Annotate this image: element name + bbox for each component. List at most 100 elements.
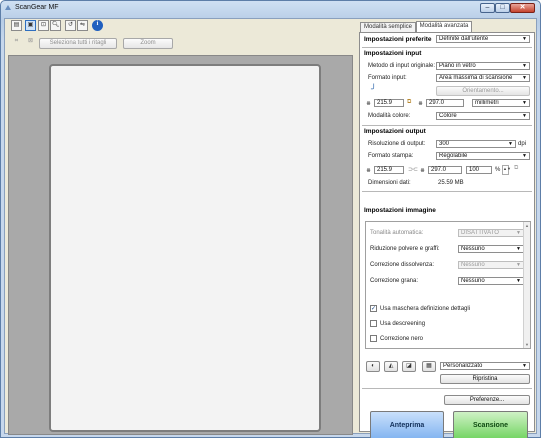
thumbnail-view-icon[interactable]: ▤	[11, 20, 22, 31]
preferences-button[interactable]: Preferenze...	[444, 395, 530, 405]
data-size-label: Dimensioni dati:	[368, 180, 411, 186]
advanced-panel: Impostazioni preferite Definite dall'ute…	[359, 32, 535, 438]
black-correction-checkbox[interactable]	[370, 335, 377, 342]
preview-button[interactable]: Anteprima	[370, 411, 444, 438]
info-icon[interactable]: i	[92, 20, 103, 31]
tone-preset-select[interactable]: Personalizzato ▼	[440, 362, 530, 370]
auto-tone-select[interactable]: DISATTIVATO ▼	[458, 229, 524, 237]
crop-icon[interactable]: ⊡	[38, 20, 49, 31]
input-format-select[interactable]: Area massima di scansione ▼	[436, 74, 530, 82]
close-button[interactable]: ✕	[510, 3, 535, 13]
app-window: ScanGear MF – □ ✕ ▤ ▣ ⊡ 🔍︎ ↺ ⇋ i ⌗ ⊠ Sel…	[0, 0, 541, 438]
divider	[362, 388, 532, 389]
output-width-field[interactable]: 215.9	[374, 166, 404, 174]
scan-button[interactable]: Scansione	[453, 411, 528, 438]
client-area: ▤ ▣ ⊡ 🔍︎ ↺ ⇋ i ⌗ ⊠ Seleziona tutti i rit…	[4, 18, 537, 438]
color-mode-select[interactable]: Colore ▼	[436, 112, 530, 120]
chevron-down-icon: ▼	[522, 63, 527, 69]
percent-label: %	[495, 167, 501, 173]
maximize-button[interactable]: □	[495, 3, 510, 13]
chevron-down-icon: ▼	[522, 75, 527, 81]
chevron-down-icon: ▼	[516, 230, 521, 236]
input-method-label: Metodo di input originale:	[368, 63, 436, 69]
dpi-label: dpi	[518, 141, 527, 147]
chevron-down-icon: ▼	[522, 363, 527, 369]
unit-select[interactable]: millimetri ▼	[472, 99, 530, 107]
orientation-button[interactable]: Orientamento...	[436, 86, 530, 96]
divider	[362, 47, 532, 48]
swap-dimensions-icon[interactable]: ⊃⊂	[408, 166, 418, 173]
chevron-down-icon: ▼	[516, 262, 521, 268]
height-icon: ⧻	[420, 168, 426, 174]
scale-field[interactable]: 100	[466, 166, 492, 174]
input-method-select[interactable]: Piano in vetro ▼	[436, 62, 530, 70]
aspect-ratio-icon[interactable]: ⧉	[514, 165, 518, 172]
chevron-down-icon: ▼	[516, 278, 521, 284]
chevron-down-icon: ▼	[522, 113, 527, 119]
input-settings-title: Impostazioni input	[364, 50, 422, 57]
preview-toolbar: ▤ ▣ ⊡ 🔍︎ ↺ ⇋ i	[7, 20, 357, 34]
settings-pane: Modalità semplice Modalità avanzata Impo…	[359, 20, 535, 438]
fade-correction-label: Correzione dissolvenza:	[370, 262, 435, 268]
unsharp-mask-label: Usa maschera definizione dettagli	[380, 306, 471, 312]
clear-frames-icon[interactable]: ⊠	[25, 37, 36, 48]
fade-correction-select[interactable]: Nessuno ▼	[458, 261, 524, 269]
descreen-checkbox[interactable]	[370, 320, 377, 327]
input-width-field[interactable]: 215.9	[374, 99, 404, 107]
rotate-left-icon[interactable]: ↺	[65, 20, 76, 31]
magnify-icon[interactable]: 🔍︎	[50, 20, 61, 31]
output-settings-title: Impostazioni output	[364, 128, 426, 135]
output-height-field[interactable]: 297.0	[428, 166, 462, 174]
dust-scratch-label: Riduzione polvere e graffi:	[370, 246, 440, 252]
scale-stepper[interactable]: ▲▼	[502, 165, 511, 175]
title-bar: ScanGear MF – □ ✕	[1, 1, 540, 15]
output-resolution-select[interactable]: 300 ▼	[436, 140, 516, 148]
restore-button[interactable]: Ripristina	[440, 374, 530, 384]
image-settings-title: Impostazioni immagine	[364, 207, 436, 214]
crop-toolbar: ⌗ ⊠ Seleziona tutti i ritagli Zoom	[7, 37, 357, 51]
chevron-down-icon: ▼	[522, 36, 527, 42]
image-settings-scrollbar[interactable]: ▲ ▼	[523, 222, 530, 348]
grain-correction-label: Correzione grana:	[370, 278, 419, 284]
dust-scratch-select[interactable]: Nessuno ▼	[458, 245, 524, 253]
brightness-contrast-icon[interactable]: ◐	[366, 361, 380, 372]
width-icon: ⧻	[366, 168, 372, 174]
chevron-down-icon: ▼	[522, 100, 527, 106]
print-size-select[interactable]: Regolabile ▼	[436, 152, 530, 160]
whole-image-view-icon[interactable]: ▣	[25, 20, 36, 31]
mirror-icon[interactable]: ⇋	[77, 20, 88, 31]
zoom-button[interactable]: Zoom	[123, 38, 173, 49]
data-size-value: 25.59 MB	[438, 180, 464, 186]
print-size-label: Formato stampa:	[368, 153, 414, 159]
tone-curve-icon[interactable]: ◪	[402, 361, 416, 372]
platen-preview[interactable]	[49, 64, 321, 432]
minimize-button[interactable]: –	[480, 3, 495, 13]
chevron-down-icon: ▼	[522, 153, 527, 159]
divider	[362, 125, 532, 126]
preview-area[interactable]	[8, 55, 353, 435]
output-resolution-label: Risoluzione di output:	[368, 141, 426, 147]
grain-correction-select[interactable]: Nessuno ▼	[458, 277, 524, 285]
select-all-crops-button[interactable]: Seleziona tutti i ritagli	[39, 38, 117, 49]
window-title: ScanGear MF	[15, 4, 59, 11]
chevron-down-icon: ▼	[508, 141, 513, 147]
image-settings-box: Tonalità automatica: DISATTIVATO ▼ Riduzi…	[365, 221, 531, 349]
app-icon	[5, 5, 11, 10]
scroll-up-icon[interactable]: ▲	[525, 223, 529, 228]
color-mode-label: Modalità colore:	[368, 113, 411, 119]
input-height-field[interactable]: 297.0	[426, 99, 464, 107]
final-review-icon[interactable]: ▦	[422, 361, 436, 372]
divider	[362, 191, 532, 192]
tab-basic-mode[interactable]: Modalità semplice	[360, 22, 416, 32]
auto-tone-label: Tonalità automatica:	[370, 230, 424, 236]
input-format-label: Formato input:	[368, 75, 407, 81]
scroll-down-icon[interactable]: ▼	[525, 342, 529, 347]
width-icon: ⧻	[366, 101, 372, 107]
select-frames-icon[interactable]: ⌗	[11, 37, 22, 48]
chevron-down-icon: ▼	[516, 246, 521, 252]
aspect-lock-icon[interactable]: ⧉	[407, 99, 411, 106]
histogram-icon[interactable]: ◭	[384, 361, 398, 372]
descreen-label: Usa descreening	[380, 321, 426, 327]
unsharp-mask-checkbox[interactable]: ✓	[370, 305, 377, 312]
favorite-settings-select[interactable]: Definite dall'utente ▼	[436, 35, 530, 43]
